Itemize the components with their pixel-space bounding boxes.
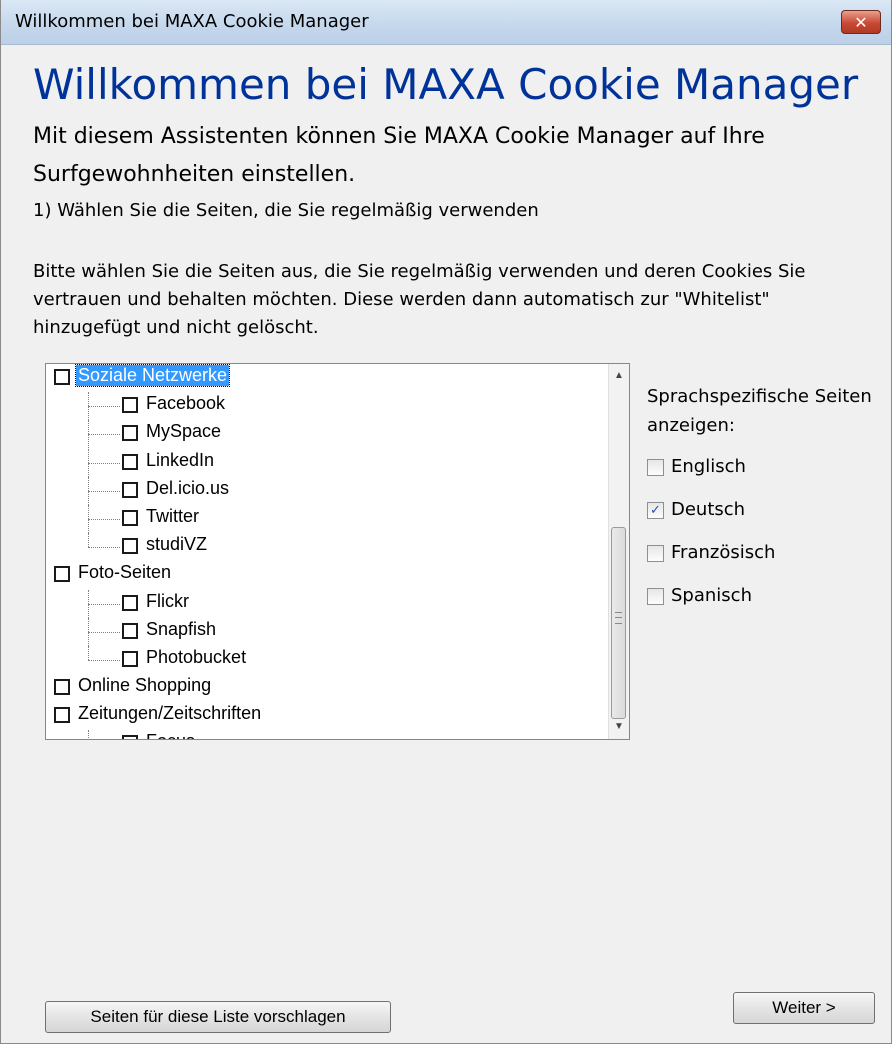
language-label: Französisch <box>671 542 776 563</box>
tree-group-label: Foto-Seiten <box>78 562 172 583</box>
tree-line <box>88 645 89 660</box>
tree-checkbox[interactable] <box>122 735 138 739</box>
step-title: 1) Wählen Sie die Seiten, die Sie regelm… <box>33 200 539 221</box>
tree-group-label: Zeitungen/Zeitschriften <box>78 703 262 724</box>
tree-connector <box>88 462 120 464</box>
tree-item-label: Photobucket <box>146 646 247 667</box>
language-label: Spanisch <box>671 585 752 606</box>
tree-item[interactable]: Photobucket <box>46 645 609 674</box>
tree-group-label: Online Shopping <box>78 675 212 696</box>
tree-checkbox[interactable] <box>54 566 70 583</box>
tree-connector <box>88 659 120 661</box>
page-heading: Willkommen bei MAXA Cookie Manager <box>33 60 859 109</box>
tree-item-label: studiVZ <box>146 534 208 555</box>
tree-item-label: LinkedIn <box>146 449 215 470</box>
intro-text: Mit diesem Assistenten können Sie MAXA C… <box>33 124 765 187</box>
language-checkbox[interactable]: ✓ <box>647 502 664 519</box>
tree-item-label: Snapfish <box>146 618 217 639</box>
next-button[interactable]: Weiter > <box>733 992 875 1024</box>
tree-checkbox[interactable] <box>122 425 138 442</box>
tree-connector <box>88 631 120 633</box>
tree-item[interactable]: Flickr <box>46 589 609 618</box>
tree-item[interactable]: studiVZ <box>46 533 609 561</box>
tree-item-label: Flickr <box>146 590 189 611</box>
tree-item[interactable]: Snapfish <box>46 617 609 646</box>
language-label: Deutsch <box>671 499 746 520</box>
tree-checkbox[interactable] <box>54 369 70 385</box>
tree-scrollbar[interactable]: ▲ ▼ <box>608 364 629 739</box>
tree-line <box>88 533 89 548</box>
tree-item[interactable]: LinkedIn <box>46 448 609 477</box>
language-checkbox[interactable] <box>647 588 664 605</box>
tree-checkbox[interactable] <box>122 622 138 639</box>
tree-item[interactable]: Twitter <box>46 504 609 533</box>
suggest-sites-button[interactable]: Seiten für diese Liste vorschlagen <box>45 1001 391 1033</box>
tree-checkbox[interactable] <box>54 679 70 696</box>
scroll-thumb[interactable] <box>611 527 626 719</box>
window-title: Willkommen bei MAXA Cookie Manager <box>15 11 369 32</box>
site-tree[interactable]: Soziale Netzwerke Facebook MySpace LinkedIn… <box>45 363 630 740</box>
tree-group[interactable]: Soziale Netzwerke <box>46 364 609 392</box>
tree-line <box>88 730 89 739</box>
language-checkbox[interactable] <box>647 545 664 562</box>
scroll-down-icon[interactable]: ▼ <box>609 717 629 737</box>
grip-icon <box>615 612 622 624</box>
tree-checkbox[interactable] <box>122 538 138 555</box>
scroll-up-icon[interactable]: ▲ <box>609 366 629 386</box>
tree-item-label: Focus <box>146 731 195 739</box>
tree-checkbox[interactable] <box>122 594 138 611</box>
tree-group-label: Soziale Netzwerke <box>74 364 231 387</box>
tree-connector <box>88 547 120 549</box>
tree-item-label: Del.icio.us <box>146 477 230 498</box>
tree-connector <box>88 406 120 408</box>
close-button[interactable]: ✕ <box>841 10 881 34</box>
tree-item[interactable]: Facebook <box>46 392 609 421</box>
language-filter-title: Sprachspezifische Seiten anzeigen: <box>647 386 872 436</box>
title-bar[interactable]: Willkommen bei MAXA Cookie Manager ✕ <box>1 0 891 45</box>
tree-checkbox[interactable] <box>122 453 138 470</box>
tree-group[interactable]: Foto-Seiten <box>46 561 609 589</box>
tree-item-label: Twitter <box>146 505 200 526</box>
tree-connector <box>88 490 120 492</box>
tree-connector <box>88 603 120 605</box>
tree-item[interactable]: Focus <box>46 730 609 739</box>
wizard-window: Willkommen bei MAXA Cookie Manager ✕ Wil… <box>0 0 892 1044</box>
tree-item-label: Facebook <box>146 393 226 414</box>
tree-connector <box>88 434 120 436</box>
tree-checkbox[interactable] <box>122 509 138 526</box>
tree-rows: Soziale Netzwerke Facebook MySpace LinkedIn… <box>46 364 609 739</box>
tree-group[interactable]: Zeitungen/Zeitschriften <box>46 702 609 730</box>
tree-checkbox[interactable] <box>54 707 70 724</box>
step-description: Bitte wählen Sie die Seiten aus, die Sie… <box>33 261 806 338</box>
tree-group[interactable]: Online Shopping <box>46 674 609 702</box>
language-label: Englisch <box>671 456 746 477</box>
language-checkbox[interactable] <box>647 459 664 476</box>
tree-item[interactable]: MySpace <box>46 420 609 449</box>
tree-connector <box>88 518 120 520</box>
tree-item[interactable]: Del.icio.us <box>46 476 609 505</box>
tree-checkbox[interactable] <box>122 650 138 667</box>
tree-item-label: MySpace <box>146 421 222 442</box>
tree-checkbox[interactable] <box>122 397 138 414</box>
close-icon: ✕ <box>854 12 868 32</box>
tree-checkbox[interactable] <box>122 481 138 498</box>
